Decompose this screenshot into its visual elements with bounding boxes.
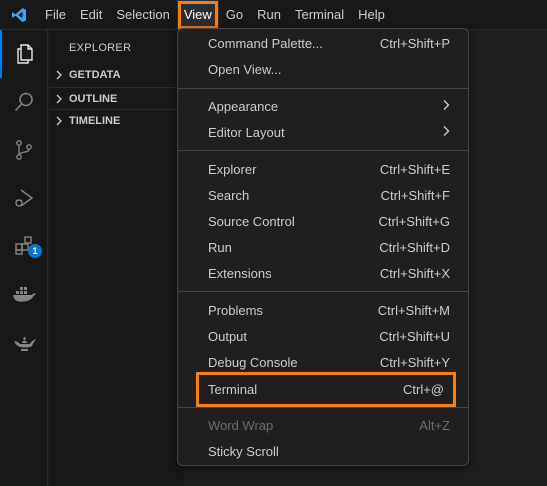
section-getdata[interactable]: GETDATA	[49, 64, 184, 86]
menu-run[interactable]: Run	[250, 0, 288, 30]
menu-item-shortcut: Ctrl+Shift+F	[380, 187, 450, 203]
menu-selection[interactable]: Selection	[109, 0, 176, 30]
menu-go[interactable]: Go	[219, 0, 250, 30]
menu-open-view[interactable]: Open View...	[182, 56, 464, 82]
menu-view[interactable]: View	[176, 0, 219, 30]
menu-problems[interactable]: Problems Ctrl+Shift+M	[182, 297, 464, 323]
menu-item-shortcut: Alt+Z	[419, 417, 450, 433]
menu-item-label: Source Control	[208, 213, 295, 229]
section-outline[interactable]: OUTLINE	[49, 87, 184, 109]
menu-item-shortcut: Ctrl+Shift+P	[379, 35, 450, 51]
menu-item-shortcut: Ctrl+@	[402, 382, 444, 397]
menu-help[interactable]: Help	[351, 0, 392, 30]
menu-item-label: Command Palette...	[208, 35, 323, 51]
extensions-icon[interactable]	[0, 222, 48, 270]
title-bar: File Edit Selection View Go Run Terminal…	[0, 0, 547, 30]
chevron-right-icon	[49, 116, 69, 126]
menu-search[interactable]: Search Ctrl+Shift+F	[182, 182, 464, 208]
menu-item-label: Editor Layout	[208, 124, 285, 140]
menu-item-label: Open View...	[208, 61, 282, 77]
menu-extensions[interactable]: Extensions Ctrl+Shift+X	[182, 260, 464, 286]
genie-lamp-icon[interactable]	[0, 318, 48, 366]
menu-item-label: Output	[208, 328, 248, 344]
menu-appearance[interactable]: Appearance	[182, 93, 464, 119]
search-icon[interactable]	[0, 78, 48, 126]
chevron-right-icon	[442, 98, 450, 114]
menu-terminal[interactable]: Terminal	[288, 0, 351, 30]
menu-separator	[178, 291, 468, 292]
menu-run[interactable]: Run Ctrl+Shift+D	[182, 234, 464, 260]
menu-item-label: Search	[208, 187, 250, 203]
chevron-right-icon	[49, 70, 69, 80]
source-control-icon[interactable]	[0, 126, 48, 174]
menu-item-shortcut: Ctrl+Shift+X	[379, 265, 450, 281]
chevron-right-icon	[49, 94, 69, 104]
menu-command-palette[interactable]: Command Palette... Ctrl+Shift+P	[182, 30, 464, 56]
docker-icon[interactable]	[0, 270, 48, 318]
explorer-icon[interactable]	[0, 30, 48, 78]
menu-separator	[178, 407, 468, 408]
menu-separator	[178, 88, 468, 89]
menu-item-shortcut: Ctrl+Shift+G	[378, 213, 450, 229]
menu-source-control[interactable]: Source Control Ctrl+Shift+G	[182, 208, 464, 234]
vscode-logo-icon	[0, 0, 38, 30]
menu-debug-console[interactable]: Debug Console Ctrl+Shift+Y	[182, 349, 464, 375]
menu-item-label: Debug Console	[208, 354, 298, 370]
menu-item-label: Run	[208, 239, 232, 255]
sidebar-title: EXPLORER	[69, 42, 132, 54]
explorer-sidebar: EXPLORER GETDATA OUTLINE TIMELINE	[49, 30, 184, 486]
menu-file[interactable]: File	[38, 0, 73, 30]
run-debug-icon[interactable]	[0, 174, 48, 222]
menu-output[interactable]: Output Ctrl+Shift+U	[182, 323, 464, 349]
menu-item-shortcut: Ctrl+Shift+U	[379, 328, 450, 344]
menu-explorer[interactable]: Explorer Ctrl+Shift+E	[182, 156, 464, 182]
menu-item-label: Explorer	[208, 161, 257, 177]
section-label: GETDATA	[69, 69, 121, 81]
menu-edit[interactable]: Edit	[73, 0, 109, 30]
chevron-right-icon	[442, 124, 450, 140]
extensions-badge: 1	[28, 244, 42, 258]
section-timeline[interactable]: TIMELINE	[49, 109, 184, 131]
menu-item-shortcut: Ctrl+Shift+D	[379, 239, 450, 255]
menu-item-shortcut: Ctrl+Shift+M	[377, 302, 450, 318]
menu-item-label: Problems	[208, 302, 263, 318]
menu-item-shortcut: Ctrl+Shift+E	[379, 161, 450, 177]
menu-editor-layout[interactable]: Editor Layout	[182, 119, 464, 145]
menu-item-label: Sticky Scroll	[208, 443, 279, 459]
menu-separator	[178, 150, 468, 151]
menu-item-label: Word Wrap	[208, 417, 274, 433]
section-label: TIMELINE	[69, 114, 121, 127]
activity-bar: 1	[0, 30, 48, 486]
menu-item-shortcut: Ctrl+Shift+Y	[379, 354, 450, 370]
menu-sticky-scroll[interactable]: Sticky Scroll	[182, 438, 464, 464]
menu-item-label: Extensions	[208, 265, 272, 281]
menu-item-label: Terminal	[208, 382, 258, 397]
section-label: OUTLINE	[69, 92, 118, 105]
menu-bar: File Edit Selection View Go Run Terminal…	[38, 0, 392, 30]
menu-item-label: Appearance	[208, 98, 279, 114]
menu-word-wrap: Word Wrap Alt+Z	[182, 412, 464, 438]
view-menu-dropdown: Command Palette... Ctrl+Shift+P Open Vie…	[177, 28, 469, 466]
menu-terminal-item[interactable]: Terminal Ctrl+@	[196, 372, 456, 407]
